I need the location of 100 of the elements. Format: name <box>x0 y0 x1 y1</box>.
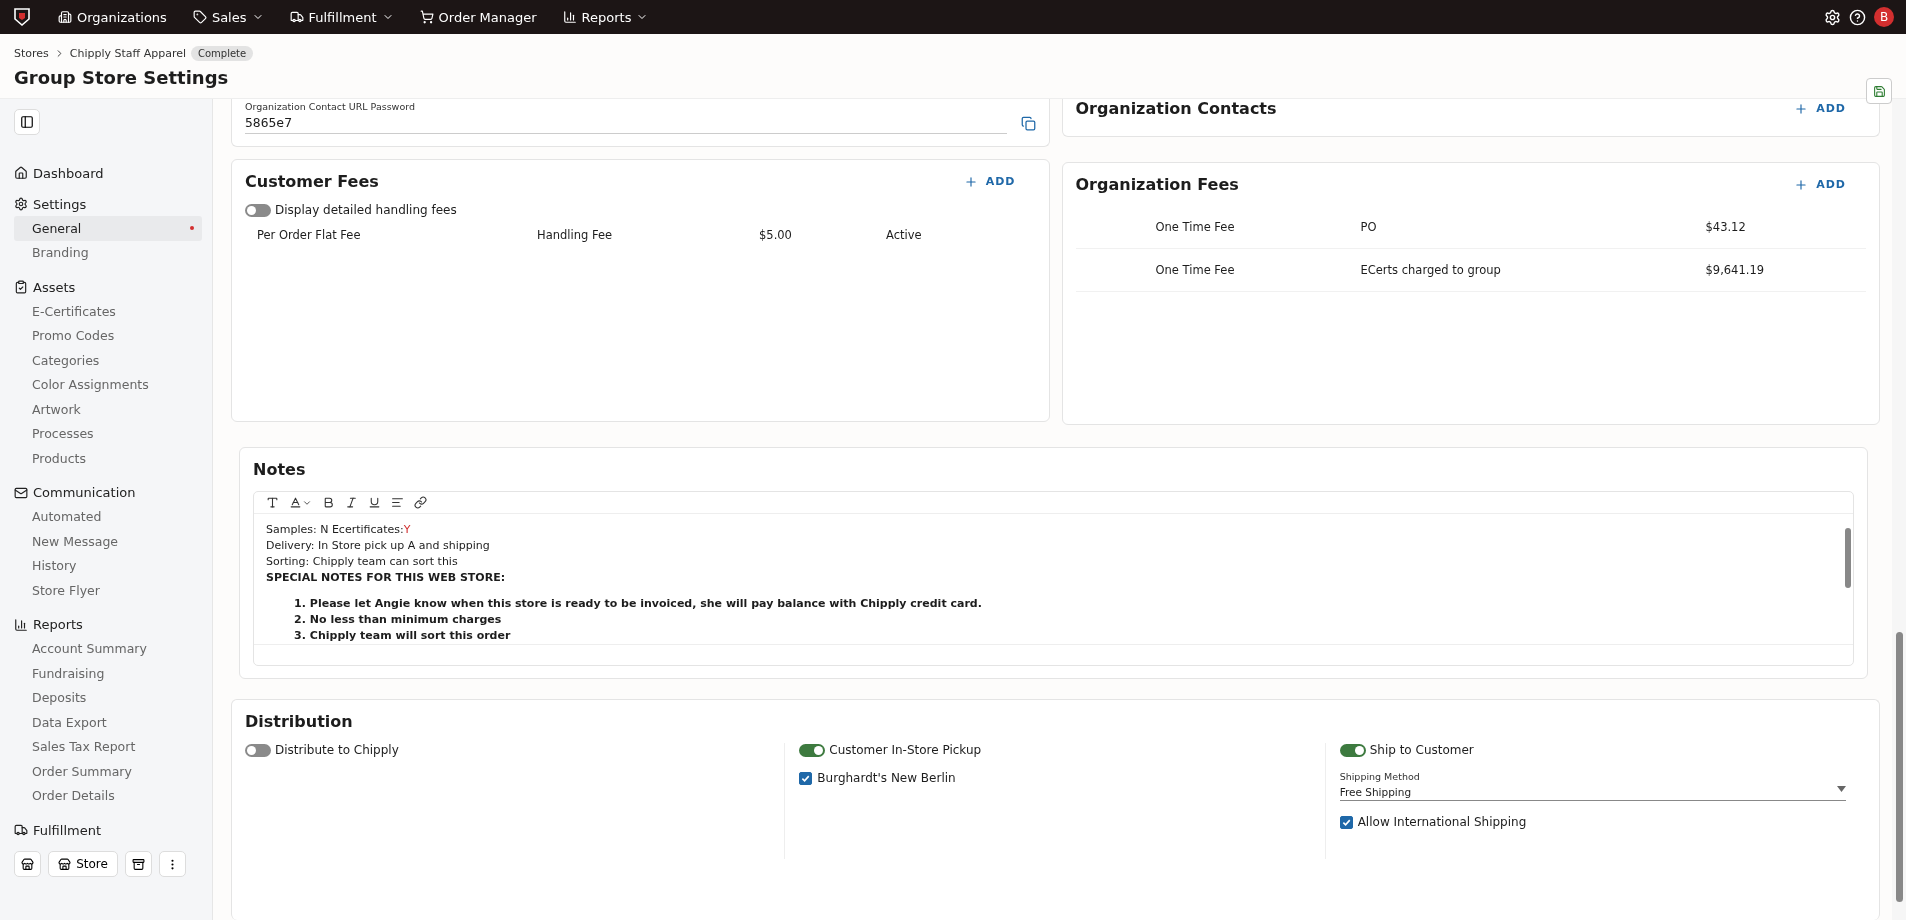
sidebar-section[interactable]: Dashboard <box>14 164 202 182</box>
password-field[interactable]: 5865e7 <box>245 112 1007 134</box>
checkbox[interactable] <box>1339 815 1353 829</box>
dropdown-arrow-icon <box>1837 786 1846 792</box>
nav-link[interactable]: Order Manager <box>419 9 537 25</box>
card-title: Distribution <box>245 712 353 731</box>
sidebar-item[interactable]: Branding <box>14 240 202 265</box>
mail-icon <box>14 485 28 500</box>
table-cell-text: PO <box>1360 220 1378 234</box>
list-number: 3. <box>294 628 306 644</box>
toggle-label: Display detailed handling fees <box>275 203 457 217</box>
sidebar-toggle-button[interactable] <box>14 109 40 135</box>
storefront-icon <box>21 857 34 871</box>
add-button[interactable]: ADD <box>1788 100 1852 117</box>
add-button[interactable]: ADD <box>1788 176 1852 193</box>
link-icon <box>414 496 427 509</box>
scrollbar-thumb[interactable] <box>1845 528 1851 588</box>
field-label: Organization Contact URL Password <box>245 101 416 112</box>
settings-icon[interactable] <box>1824 8 1841 26</box>
checkbox[interactable] <box>799 771 813 785</box>
check-icon <box>801 773 811 783</box>
nav-link[interactable]: Reports <box>562 9 649 25</box>
sidebar-item[interactable]: Order Details <box>14 783 202 808</box>
scrollbar-thumb[interactable] <box>1895 632 1903 902</box>
nav-link[interactable]: Organizations <box>58 9 167 25</box>
sidebar-section[interactable]: Settings <box>14 195 202 213</box>
table-cell-text: Per Order Flat Fee <box>257 228 362 242</box>
sidebar-item[interactable]: Sales Tax Report <box>14 734 202 759</box>
toolbar-button[interactable] <box>345 496 358 509</box>
sidebar-item[interactable]: History <box>14 553 202 578</box>
nav-link[interactable]: Fulfillment <box>289 9 394 25</box>
breadcrumb-link[interactable]: Stores <box>14 47 49 60</box>
toolbar-button[interactable] <box>266 496 279 509</box>
sidebar-item[interactable]: New Message <box>14 529 202 554</box>
toolbar-button[interactable] <box>322 496 335 509</box>
sidebar-item[interactable]: E-Certificates <box>14 299 202 324</box>
sidebar-section[interactable]: Communication <box>14 483 202 502</box>
plus-icon <box>1794 101 1809 116</box>
card-title: Customer Fees <box>245 172 379 191</box>
storefront-button[interactable] <box>14 851 41 877</box>
sidebar-item[interactable]: Account Summary <box>14 636 202 661</box>
sidebar-item[interactable]: Promo Codes <box>14 323 202 348</box>
italic-icon <box>345 496 358 509</box>
toggle-switch[interactable] <box>245 203 271 217</box>
help-icon[interactable] <box>1849 8 1866 26</box>
logo-icon[interactable] <box>12 7 32 27</box>
table-cell-text: $9,641.19 <box>1705 263 1766 277</box>
toggle-switch[interactable] <box>799 743 826 757</box>
copy-icon[interactable] <box>1020 115 1036 131</box>
sidebar-item[interactable]: Automated <box>14 504 202 529</box>
sidebar-item[interactable]: Processes <box>14 421 202 446</box>
note-line: SPECIAL NOTES FOR THIS WEB STORE: <box>266 570 507 586</box>
text-icon <box>266 496 279 509</box>
settings-icon <box>14 197 28 211</box>
toolbar-button[interactable] <box>414 496 427 509</box>
toggle-switch[interactable] <box>245 743 271 757</box>
card-title: Notes <box>253 460 306 479</box>
sidebar-item[interactable]: Order Summary <box>14 759 202 784</box>
sidebar-item[interactable]: Products <box>14 446 202 471</box>
card-title: Organization Fees <box>1075 175 1239 194</box>
sidebar-item[interactable]: Store Flyer <box>14 578 202 603</box>
bar-chart-icon <box>14 617 28 632</box>
sidebar-item[interactable]: General <box>14 216 202 241</box>
store-button[interactable]: Store <box>48 851 118 877</box>
page-title: Group Store Settings <box>14 67 230 88</box>
toolbar-button[interactable] <box>391 496 404 509</box>
sidebar-item[interactable]: Data Export <box>14 710 202 735</box>
breadcrumb-link[interactable]: Chipply Staff Apparel <box>69 47 186 60</box>
nav-link[interactable]: Sales <box>192 9 264 25</box>
archive-icon <box>132 857 145 871</box>
sidebar-item[interactable]: Artwork <box>14 397 202 422</box>
table-cell-text: Handling Fee <box>537 228 614 242</box>
archive-button[interactable] <box>125 851 152 877</box>
sidebar-section[interactable]: Fulfillment <box>14 821 202 839</box>
sidebar-item[interactable]: Color Assignments <box>14 372 202 397</box>
truck-icon <box>289 10 304 24</box>
table-cell-text: $43.12 <box>1705 220 1747 234</box>
table-cell-text: One Time Fee <box>1155 263 1236 277</box>
user-avatar[interactable]: B <box>1874 7 1894 27</box>
truck-icon <box>14 823 28 837</box>
table-cell-text: One Time Fee <box>1155 220 1236 234</box>
save-button[interactable] <box>1866 78 1892 104</box>
note-line: Samples: N Ecertificates:Y <box>266 522 412 538</box>
toolbar-button[interactable] <box>289 496 312 509</box>
table-cell-text: Active <box>886 228 923 242</box>
sidebar-item[interactable]: Categories <box>14 348 202 373</box>
shipping-method-select[interactable]: Shipping Method Free Shipping <box>1339 771 1846 801</box>
sidebar-item[interactable]: Fundraising <box>14 661 202 686</box>
add-button[interactable]: ADD <box>957 173 1022 190</box>
underline-icon <box>368 496 381 509</box>
check-icon <box>1341 817 1351 827</box>
list-item: Please let Angie know when this store is ready to be invoiced, she will pay balance with Chipply credit card. <box>309 596 982 612</box>
sidebar-section[interactable]: Assets <box>14 278 202 296</box>
note-line: Sorting: Chipply team can sort this <box>266 554 459 570</box>
sidebar-section[interactable]: Reports <box>14 615 202 634</box>
toolbar-button[interactable] <box>368 496 381 509</box>
toggle-switch[interactable] <box>1339 743 1366 757</box>
sidebar-item[interactable]: Deposits <box>14 685 202 710</box>
list-number: 1. <box>294 596 306 612</box>
list-item: Chipply team will sort this order <box>309 628 511 644</box>
